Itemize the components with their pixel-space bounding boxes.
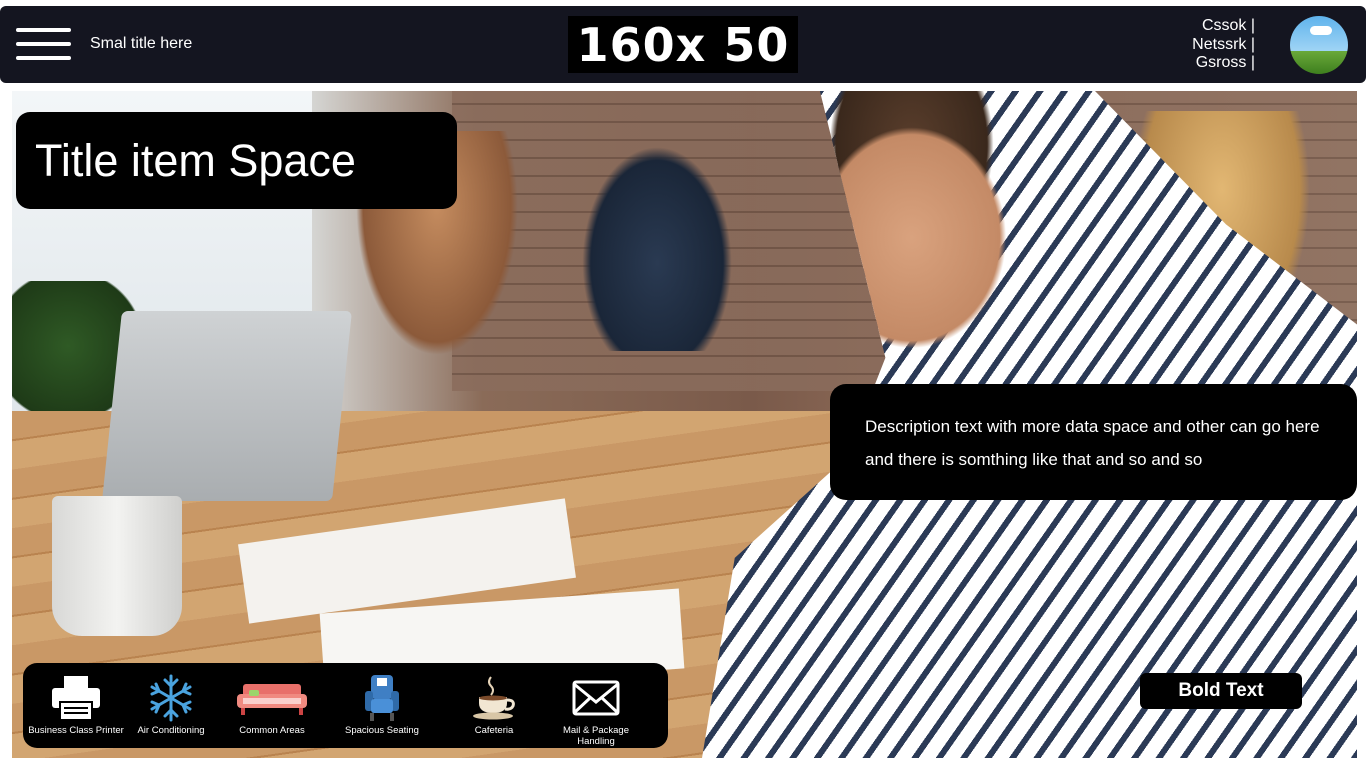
small-title: Smal title here xyxy=(90,35,193,52)
hero-title: Title item Space xyxy=(16,112,457,209)
user-links: Cssok | Netssrk | Gsross | xyxy=(1192,17,1255,73)
amenity-label: Cafeteria xyxy=(474,725,514,736)
hero-description: Description text with more data space an… xyxy=(830,384,1357,500)
amenity-spacious-seating[interactable]: Spacious Seating xyxy=(332,671,432,736)
chair-icon xyxy=(365,675,399,721)
user-link-1[interactable]: Cssok | xyxy=(1192,17,1255,36)
amenity-label: Spacious Seating xyxy=(345,725,419,736)
amenity-label: Air Conditioning xyxy=(137,725,205,736)
amenity-label: Business Class Printer xyxy=(28,725,124,736)
coffee-cup-icon xyxy=(473,676,515,720)
amenity-printer[interactable]: Business Class Printer xyxy=(26,671,126,736)
amenity-label: Mail & Package Handling xyxy=(562,725,629,747)
user-link-2[interactable]: Netssrk | xyxy=(1192,36,1255,55)
amenity-common-areas[interactable]: Common Areas xyxy=(222,671,322,736)
sofa-icon xyxy=(237,684,307,715)
logo-placeholder[interactable]: 160x 50 xyxy=(568,16,798,73)
hamburger-menu-icon[interactable] xyxy=(16,28,72,62)
amenities-bar: Business Class Printer Air Conditioning xyxy=(23,663,668,748)
amenity-mail-handling[interactable]: Mail & Package Handling xyxy=(546,671,646,747)
avatar[interactable] xyxy=(1290,16,1348,74)
printer-icon xyxy=(52,676,100,721)
amenity-label: Common Areas xyxy=(239,725,305,736)
mail-envelope-icon xyxy=(572,680,620,716)
amenity-air-conditioning[interactable]: Air Conditioning xyxy=(121,671,221,736)
snowflake-icon xyxy=(150,674,192,722)
user-link-3[interactable]: Gsross | xyxy=(1192,54,1255,73)
top-header: Smal title here 160x 50 Cssok | Netssrk … xyxy=(0,6,1366,83)
amenity-cafeteria[interactable]: Cafeteria xyxy=(444,671,544,736)
bold-text-button[interactable]: Bold Text xyxy=(1140,673,1302,709)
